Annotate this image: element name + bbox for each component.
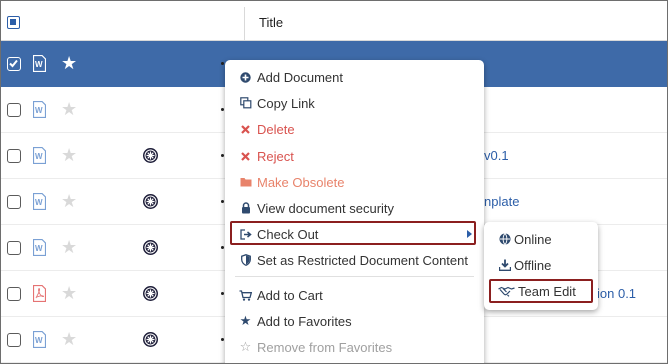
submenu-item-label: Online (514, 231, 552, 247)
favorite-star-icon[interactable]: ★ (61, 54, 77, 72)
menu-item-label: Add Document (257, 69, 343, 85)
submenu-item-online[interactable]: Online (484, 228, 598, 250)
security-lock-icon (143, 240, 158, 255)
favorite-star-icon[interactable]: ★ (61, 192, 77, 210)
menu-item-remove-from-favorites[interactable]: ☆ Remove from Favorites (225, 336, 484, 358)
pdf-icon (33, 285, 46, 302)
menu-item-add-document[interactable]: Add Document (225, 66, 484, 88)
row-title[interactable]: nplate (484, 194, 519, 209)
menu-item-label: Reject (257, 148, 294, 164)
row-menu-dot[interactable] (221, 246, 224, 249)
menu-item-add-to-favorites[interactable]: ★ Add to Favorites (225, 310, 484, 332)
menu-item-set-restricted[interactable]: Set as Restricted Document Content (225, 249, 484, 271)
star-outline-icon: ☆ (239, 339, 252, 354)
row-checkbox[interactable] (7, 195, 21, 209)
word-icon: W (33, 239, 46, 256)
menu-item-copy-link[interactable]: Copy Link (225, 92, 484, 114)
submenu-item-label: Offline (514, 257, 552, 273)
menu-item-label: View document security (257, 200, 395, 216)
row-checkbox[interactable] (7, 287, 21, 301)
svg-text:W: W (35, 198, 43, 207)
row-menu-dot[interactable] (221, 108, 224, 111)
row-checkbox[interactable] (7, 241, 21, 255)
cart-icon (239, 289, 252, 301)
svg-text:W: W (35, 336, 43, 345)
title-column-header[interactable]: Title (259, 15, 283, 30)
menu-item-make-obsolete[interactable]: Make Obsolete (225, 171, 484, 193)
menu-item-label: Copy Link (257, 95, 315, 111)
row-title[interactable]: v0.1 (484, 148, 509, 163)
menu-item-label: Remove from Favorites (257, 339, 393, 355)
menu-separator (235, 276, 474, 277)
svg-text:W: W (35, 244, 43, 253)
favorite-star-icon[interactable]: ★ (61, 238, 77, 256)
row-menu-dot[interactable] (221, 154, 224, 157)
row-checkbox[interactable] (7, 103, 21, 117)
favorite-star-icon[interactable]: ★ (61, 146, 77, 164)
plus-circle-icon (239, 71, 252, 83)
copy-icon (239, 97, 252, 109)
menu-item-label: Add to Favorites (257, 313, 352, 329)
column-divider[interactable] (244, 7, 245, 41)
security-lock-icon (143, 148, 158, 163)
menu-item-label: Set as Restricted Document Content (257, 252, 468, 268)
word-icon: W (33, 147, 46, 164)
table-header: Title (1, 1, 667, 41)
word-icon: W (33, 101, 46, 118)
favorite-star-icon[interactable]: ★ (61, 330, 77, 348)
menu-item-delete[interactable]: Delete (225, 118, 484, 140)
security-lock-icon (143, 332, 158, 347)
row-menu-dot[interactable] (221, 338, 224, 341)
svg-text:W: W (35, 106, 43, 115)
svg-text:W: W (35, 60, 43, 69)
word-icon: W (33, 331, 46, 348)
download-icon (498, 259, 511, 271)
word-icon: W (33, 193, 46, 210)
row-menu-dot[interactable] (221, 200, 224, 203)
document-list: Title W ★ W ★ W ★ v0.1 W ★ nplate W ★ ★ … (0, 0, 668, 364)
menu-item-add-to-cart[interactable]: Add to Cart (225, 284, 484, 306)
row-checkbox[interactable] (7, 333, 21, 347)
globe-icon (498, 233, 511, 245)
shield-icon (239, 254, 252, 266)
menu-item-label: Add to Cart (257, 287, 323, 303)
row-title[interactable]: ion 0.1 (597, 286, 636, 301)
x-icon (239, 151, 252, 161)
row-menu-dot[interactable] (221, 292, 224, 295)
row-checkbox[interactable] (7, 57, 21, 71)
submenu-item-offline[interactable]: Offline (484, 254, 598, 276)
menu-item-reject[interactable]: Reject (225, 145, 484, 167)
favorite-star-icon[interactable]: ★ (61, 100, 77, 118)
row-checkbox[interactable] (7, 149, 21, 163)
folder-icon (239, 177, 252, 187)
word-icon: W (33, 55, 46, 72)
menu-item-label: Make Obsolete (257, 174, 345, 190)
security-lock-icon (143, 286, 158, 301)
check-out-highlight (230, 221, 476, 245)
lock-icon (239, 202, 252, 214)
x-icon (239, 124, 252, 134)
svg-text:W: W (35, 152, 43, 161)
menu-item-view-document-security[interactable]: View document security (225, 197, 484, 219)
security-lock-icon (143, 194, 158, 209)
select-all-checkbox[interactable] (7, 16, 20, 29)
row-menu-dot[interactable] (221, 62, 224, 65)
menu-item-label: Delete (257, 121, 295, 137)
context-menu: Add Document Copy Link Delete Reject Mak (225, 60, 484, 363)
star-icon: ★ (239, 313, 252, 328)
check-out-submenu: Online Offline Team Edit (484, 222, 598, 310)
team-edit-highlight (489, 279, 593, 303)
favorite-star-icon[interactable]: ★ (61, 284, 77, 302)
